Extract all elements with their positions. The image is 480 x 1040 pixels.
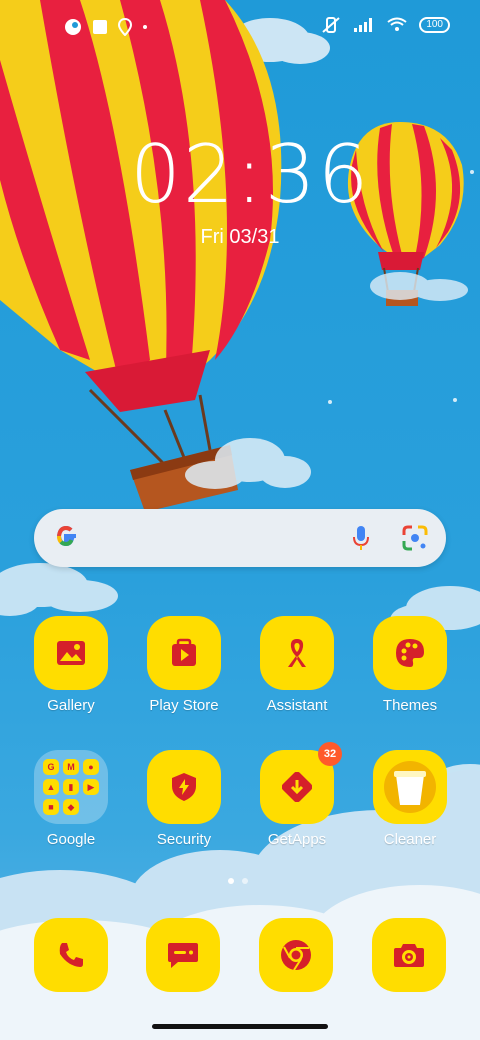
- app-label: Play Store: [149, 697, 219, 714]
- lens-icon[interactable]: [402, 525, 428, 551]
- app-label: Assistant: [266, 697, 328, 714]
- mini-app-icon: G: [43, 759, 59, 775]
- notification-square-icon: [93, 20, 107, 34]
- gesture-nav-bar[interactable]: [152, 1024, 328, 1029]
- cleaner-icon: [384, 761, 436, 813]
- dock-camera[interactable]: [372, 918, 446, 992]
- mic-icon[interactable]: [352, 525, 370, 551]
- app-label: Cleaner: [383, 831, 437, 848]
- app-folder-google[interactable]: G M ● ▲ ▮ ▶ ■ ◆ Google: [16, 750, 126, 848]
- mini-app-icon: ▶: [83, 779, 99, 795]
- getapps-icon: [282, 772, 312, 802]
- mini-app-icon: ▮: [63, 779, 79, 795]
- app-themes[interactable]: Themes: [355, 616, 465, 714]
- status-bar: 100: [0, 0, 480, 56]
- notification-app-icon: [65, 19, 81, 35]
- app-gallery[interactable]: Gallery: [16, 616, 126, 714]
- mini-app-icon: ■: [43, 799, 59, 815]
- gallery-icon: [57, 641, 85, 665]
- app-cleaner[interactable]: Cleaner: [355, 750, 465, 848]
- dot-icon: [143, 25, 147, 29]
- app-security[interactable]: Security: [129, 750, 239, 848]
- notification-badge: 32: [318, 742, 342, 766]
- mini-app-icon: M: [63, 759, 79, 775]
- themes-icon: [396, 639, 424, 667]
- chrome-icon: [281, 940, 311, 971]
- page-indicator: [228, 878, 248, 884]
- assistant-icon: [288, 639, 306, 667]
- vibrate-off-icon: [322, 17, 340, 33]
- app-play-store[interactable]: Play Store: [129, 616, 239, 714]
- google-search-bar[interactable]: [34, 509, 446, 567]
- app-getapps[interactable]: 32 GetApps: [242, 742, 352, 848]
- security-icon: [172, 773, 196, 801]
- play-store-icon: [172, 638, 196, 666]
- location-pin-icon: [118, 18, 132, 36]
- messages-icon: [168, 943, 198, 968]
- camera-icon: [394, 944, 424, 967]
- wifi-icon: [387, 17, 407, 31]
- google-logo: [52, 522, 80, 558]
- dock-messages[interactable]: [146, 918, 220, 992]
- dock-phone[interactable]: [34, 918, 108, 992]
- clock-date[interactable]: Fri 03/31: [190, 226, 290, 249]
- app-assistant[interactable]: Assistant: [242, 616, 352, 714]
- mini-app-icon: ◆: [63, 799, 79, 815]
- app-label: Google: [46, 831, 96, 848]
- app-label: Security: [156, 831, 212, 848]
- dock-chrome[interactable]: [259, 918, 333, 992]
- battery-icon: 100: [419, 17, 450, 33]
- app-label: Gallery: [47, 697, 95, 714]
- app-label: GetApps: [267, 831, 327, 848]
- clock-time[interactable]: 02:36: [130, 128, 369, 221]
- phone-icon: [59, 943, 83, 967]
- folder-icon: G M ● ▲ ▮ ▶ ■ ◆: [43, 759, 99, 815]
- mini-app-icon: ●: [83, 759, 99, 775]
- page-dot-active[interactable]: [228, 878, 234, 884]
- app-label: Themes: [382, 697, 438, 714]
- page-dot[interactable]: [242, 878, 248, 884]
- signal-icon: [354, 18, 373, 32]
- mini-app-icon: ▲: [43, 779, 59, 795]
